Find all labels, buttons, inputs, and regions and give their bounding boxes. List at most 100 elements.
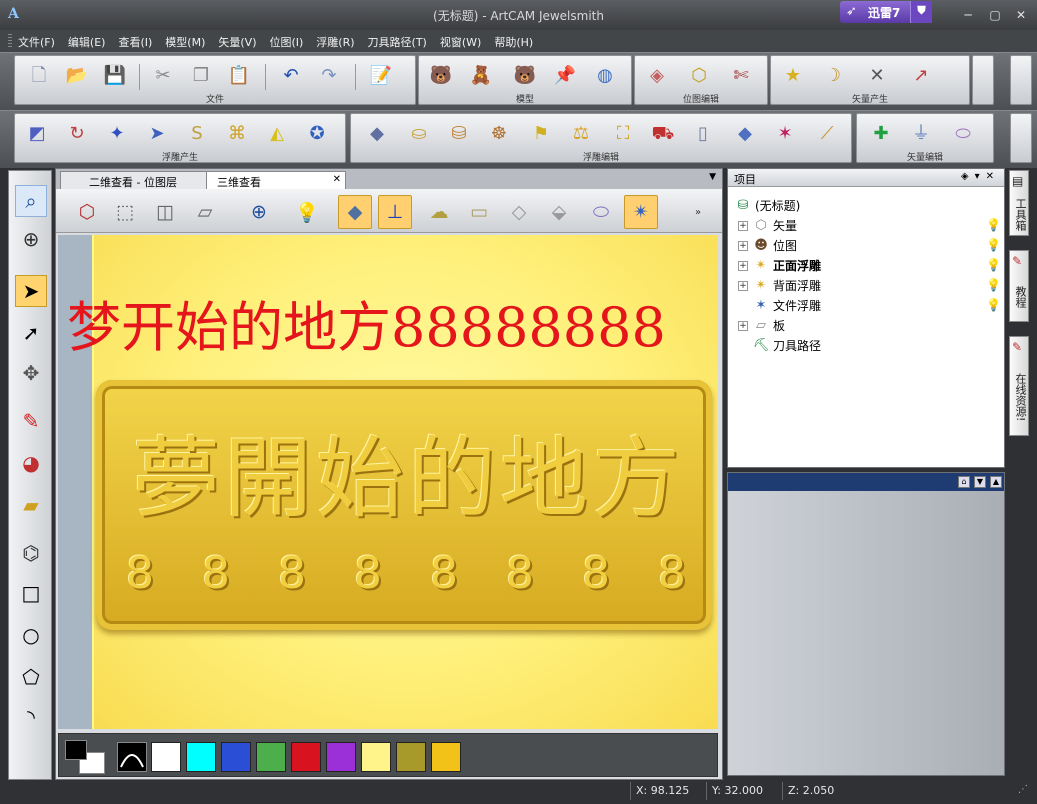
relief-sweep-icon[interactable]: S: [183, 120, 211, 148]
mesh-icon[interactable]: ◇: [502, 195, 536, 229]
relief-extrude-icon[interactable]: ➤: [143, 120, 171, 148]
relief-celtic-icon[interactable]: ⌘: [223, 120, 251, 148]
select-arrow-icon[interactable]: ➤: [15, 275, 47, 307]
block-icon[interactable]: ⬙: [542, 195, 576, 229]
relief-flat-icon[interactable]: ◆: [363, 120, 391, 148]
vector-cone-icon[interactable]: ⏚: [907, 120, 935, 148]
tab-2d-view[interactable]: 二维查看 - 位图层: [60, 171, 210, 189]
relief-raise-icon[interactable]: ⛀: [405, 120, 433, 148]
3d-canvas[interactable]: 梦开始的地方88888888 夢開始的地方 8 8 8 8 8 8 8 8: [58, 235, 718, 729]
model-bear-icon[interactable]: 🧸: [467, 62, 495, 90]
chevron-up-icon[interactable]: ▲: [990, 476, 1002, 488]
chevron-down-icon[interactable]: ▼: [709, 172, 716, 182]
menu-edit[interactable]: 编辑(E): [68, 34, 106, 50]
tape-icon[interactable]: ▰: [15, 489, 47, 521]
color-swatch[interactable]: [256, 742, 286, 772]
tree-item[interactable]: ⛏ 刀具路径: [752, 337, 821, 354]
globe-icon[interactable]: ⊕: [15, 223, 47, 255]
relief-mushroom-icon[interactable]: ⛁: [445, 120, 473, 148]
menu-file[interactable]: 文件(F): [18, 34, 55, 50]
sidetab-toolbox[interactable]: ▤ 工具箱: [1009, 170, 1029, 236]
tree-item[interactable]: + ⬡ 矢量: [738, 217, 797, 234]
vector-cross-icon[interactable]: ✕: [863, 62, 891, 90]
home-icon[interactable]: ⌂: [958, 476, 970, 488]
menu-vector[interactable]: 矢量(V): [218, 34, 256, 50]
tree-item[interactable]: ✶ 文件浮雕: [752, 297, 821, 314]
sidetab-tutorial[interactable]: ✎ 教程: [1009, 250, 1029, 322]
redo-icon[interactable]: ↷: [315, 62, 343, 90]
xunlei-badge[interactable]: ➶ 迅雷7 ⛊: [840, 1, 932, 23]
vector-overlay-icon[interactable]: ⬭: [584, 195, 618, 229]
visibility-bulb-icon[interactable]: 💡: [986, 298, 1001, 312]
tree-item[interactable]: + ✴ 正面浮雕: [738, 257, 821, 274]
relief-star-toggle-icon[interactable]: ✴: [624, 195, 658, 229]
sidetab-online[interactable]: ✎ 在线资源!: [1009, 336, 1029, 436]
resize-grip-icon[interactable]: ⋰: [1018, 784, 1028, 795]
bitmap-tools-icon[interactable]: ✄: [727, 62, 755, 90]
menu-toolpath[interactable]: 刀具路径(T): [368, 34, 427, 50]
front-view-icon[interactable]: ⬚: [108, 195, 142, 229]
light-bulb-icon[interactable]: 💡: [290, 195, 324, 229]
expand-icon[interactable]: +: [738, 220, 748, 231]
vector-curve-icon[interactable]: ↗: [907, 62, 935, 90]
menu-view[interactable]: 查看(I): [118, 34, 152, 50]
panel-controls[interactable]: ◈▾✕: [961, 171, 1000, 182]
bitmap-eraser-icon[interactable]: ◈: [643, 62, 671, 90]
color-swatch[interactable]: [151, 742, 181, 772]
transform-icon[interactable]: ✥: [15, 357, 47, 389]
rectangle-icon[interactable]: □: [15, 577, 47, 609]
undo-icon[interactable]: ↶: [277, 62, 305, 90]
fg-bg-color[interactable]: [65, 740, 105, 774]
close-button[interactable]: ✕: [1013, 8, 1029, 22]
polygon-icon[interactable]: ⬠: [15, 661, 47, 693]
profile-curve-icon[interactable]: [117, 742, 147, 772]
menu-model[interactable]: 模型(M): [165, 34, 205, 50]
vector-arc-icon[interactable]: ☽: [819, 62, 847, 90]
visibility-bulb-icon[interactable]: 💡: [986, 278, 1001, 292]
color-swatch[interactable]: [221, 742, 251, 772]
tree-root[interactable]: ⛁ (无标题): [734, 197, 801, 214]
visibility-bulb-icon[interactable]: 💡: [986, 258, 1001, 272]
chevron-down-icon[interactable]: ▼: [974, 476, 986, 488]
color-swatch[interactable]: [326, 742, 356, 772]
zoom-in-icon[interactable]: ⊕: [242, 195, 276, 229]
pen-icon[interactable]: ✎: [15, 405, 47, 437]
toolbar-overflow-1[interactable]: [972, 55, 994, 105]
tree-item[interactable]: + ▱ 板: [738, 317, 785, 334]
relief-smooth-icon[interactable]: ☸: [485, 120, 513, 148]
relief-fade-icon[interactable]: ⚑: [527, 120, 555, 148]
paint-icon[interactable]: ◕: [15, 447, 47, 479]
relief-knife-icon[interactable]: ⟋: [813, 120, 841, 148]
relief-texture-icon[interactable]: ✪: [303, 120, 331, 148]
node-edit-icon[interactable]: ➚: [15, 317, 47, 349]
toolbar-overflow-3[interactable]: [1010, 113, 1032, 163]
relief-layers-icon[interactable]: ◩: [23, 120, 51, 148]
model-bear-red-icon[interactable]: 🐻: [427, 62, 455, 90]
cut-icon[interactable]: ✂: [149, 62, 177, 90]
menu-window[interactable]: 视窗(W): [440, 34, 481, 50]
arc-icon[interactable]: ◝: [15, 701, 47, 733]
relief-mirror-icon[interactable]: ▯: [689, 120, 717, 148]
shade-icon[interactable]: ☁: [422, 195, 456, 229]
tree-item[interactable]: + ✴ 背面浮雕: [738, 277, 821, 294]
save-icon[interactable]: 💾: [101, 62, 129, 90]
polyline-icon[interactable]: ⌬: [15, 537, 47, 569]
view-toolbar-overflow-icon[interactable]: »: [686, 195, 710, 229]
visibility-bulb-icon[interactable]: 💡: [986, 238, 1001, 252]
paste-icon[interactable]: 📋: [225, 62, 253, 90]
tree-item[interactable]: + ☻ 位图: [738, 237, 797, 254]
expand-icon[interactable]: +: [738, 260, 748, 271]
relief-offset-icon[interactable]: ⚖: [567, 120, 595, 148]
model-bear-dark-icon[interactable]: 🐻: [511, 62, 539, 90]
add-plus-icon[interactable]: ✚: [867, 120, 895, 148]
color-swatch[interactable]: [361, 742, 391, 772]
menu-help[interactable]: 帮助(H): [494, 34, 533, 50]
foreground-color-swatch[interactable]: [65, 740, 87, 760]
color-swatch[interactable]: [396, 742, 426, 772]
zoom-window-icon[interactable]: ⌕: [15, 185, 47, 217]
color-swatch[interactable]: [431, 742, 461, 772]
color-swatch[interactable]: [291, 742, 321, 772]
notes-icon[interactable]: 📝: [367, 62, 395, 90]
plane-display-icon[interactable]: ◆: [338, 195, 372, 229]
open-folder-icon[interactable]: 📂: [63, 62, 91, 90]
